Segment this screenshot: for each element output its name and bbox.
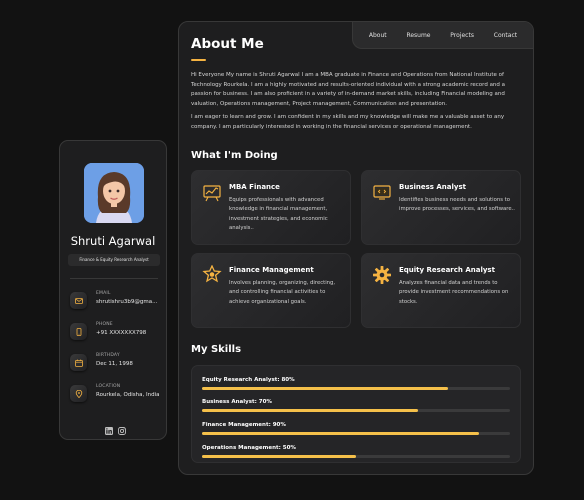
skill-progress-fill	[202, 409, 418, 412]
profile-sidebar: Shruti Agarwal Finance & Equity Research…	[59, 140, 167, 440]
skill-progress-track	[202, 387, 510, 390]
contact-location: LOCATION Rourkela, Odisha, India	[70, 384, 164, 424]
contact-label: PHONE	[96, 322, 113, 327]
nav-projects[interactable]: Projects	[450, 32, 474, 39]
contact-birthday: BIRTHDAY Dec 11, 1998	[70, 353, 164, 383]
skill-progress-fill	[202, 387, 449, 390]
skill-item: Equity Research Analyst: 80%	[202, 377, 512, 395]
mail-icon	[70, 292, 87, 309]
skill-label: Finance Management: 90%	[202, 422, 286, 428]
service-description: Equips professionals with advanced knowl…	[229, 197, 328, 232]
phone-link[interactable]: +91 XXXXXXX798	[96, 329, 164, 337]
nav-resume[interactable]: Resume	[406, 32, 430, 39]
location-value: Rourkela, Odisha, India	[96, 392, 160, 398]
about-paragraph-2: I am eager to learn and grow. I am confi…	[191, 114, 505, 130]
service-card-equity-research: Equity Research Analyst Analyzes financi…	[361, 253, 521, 328]
services-heading: What I'm Doing	[191, 150, 278, 161]
title-underline	[191, 59, 206, 61]
service-title: Business Analyst	[399, 183, 466, 191]
email-link[interactable]: shrutishru3b9@gma...	[96, 298, 164, 306]
skill-progress-track	[202, 455, 510, 458]
skill-label: Operations Management: 50%	[202, 445, 296, 451]
instagram-icon[interactable]	[118, 420, 126, 435]
monitor-code-icon	[372, 182, 392, 202]
service-title: Finance Management	[229, 266, 314, 274]
avatar	[84, 163, 144, 223]
location-pin-icon	[70, 385, 87, 402]
service-description: Identifies business needs and solutions …	[399, 197, 515, 213]
service-card-business-analyst: Business Analyst Identifies business nee…	[361, 170, 521, 245]
birthday-value: Dec 11, 1998	[96, 361, 133, 367]
skill-progress-track	[202, 409, 510, 412]
service-title: Equity Research Analyst	[399, 266, 495, 274]
contact-label: LOCATION	[96, 384, 121, 389]
skill-progress-track	[202, 432, 510, 435]
skill-progress-fill	[202, 432, 480, 435]
skill-item: Business Analyst: 70%	[202, 399, 512, 417]
page-title: About Me	[191, 36, 264, 52]
skill-item: Finance Management: 90%	[202, 422, 512, 440]
profile-title-badge: Finance & Equity Research Analyst	[68, 254, 160, 266]
linkedin-icon[interactable]	[105, 420, 113, 435]
phone-icon	[70, 323, 87, 340]
chart-board-icon	[202, 182, 222, 202]
contact-phone: PHONE +91 XXXXXXX798	[70, 322, 164, 352]
gear-icon	[372, 265, 392, 285]
navbar: About Resume Projects Contact	[352, 22, 533, 49]
skill-label: Business Analyst: 70%	[202, 399, 272, 405]
sidebar-divider	[70, 278, 158, 279]
contact-email: EMAIL shrutishru3b9@gma...	[70, 291, 164, 321]
service-card-finance-management: Finance Management Involves planning, or…	[191, 253, 351, 328]
skills-heading: My Skills	[191, 344, 242, 355]
skill-item: Operations Management: 50%	[202, 445, 512, 463]
service-description: Involves planning, organizing, directing…	[229, 280, 336, 305]
skills-list: Equity Research Analyst: 80% Business An…	[191, 365, 521, 463]
calendar-icon	[70, 354, 87, 371]
nav-about[interactable]: About	[369, 32, 387, 39]
service-description: Analyzes financial data and trends to pr…	[399, 280, 509, 305]
finance-badge-icon	[202, 264, 222, 285]
nav-contact[interactable]: Contact	[494, 32, 517, 39]
main-content: About Resume Projects Contact About Me H…	[178, 21, 534, 475]
service-card-mba-finance: MBA Finance Equips professionals with ad…	[191, 170, 351, 245]
about-paragraph-1: Hi Everyone My name is Shruti Agarwal I …	[191, 72, 506, 107]
service-title: MBA Finance	[229, 183, 280, 191]
skill-label: Equity Research Analyst: 80%	[202, 377, 295, 383]
contact-label: EMAIL	[96, 291, 111, 296]
profile-name: Shruti Agarwal	[70, 234, 156, 248]
contact-label: BIRTHDAY	[96, 353, 120, 358]
skill-progress-fill	[202, 455, 356, 458]
